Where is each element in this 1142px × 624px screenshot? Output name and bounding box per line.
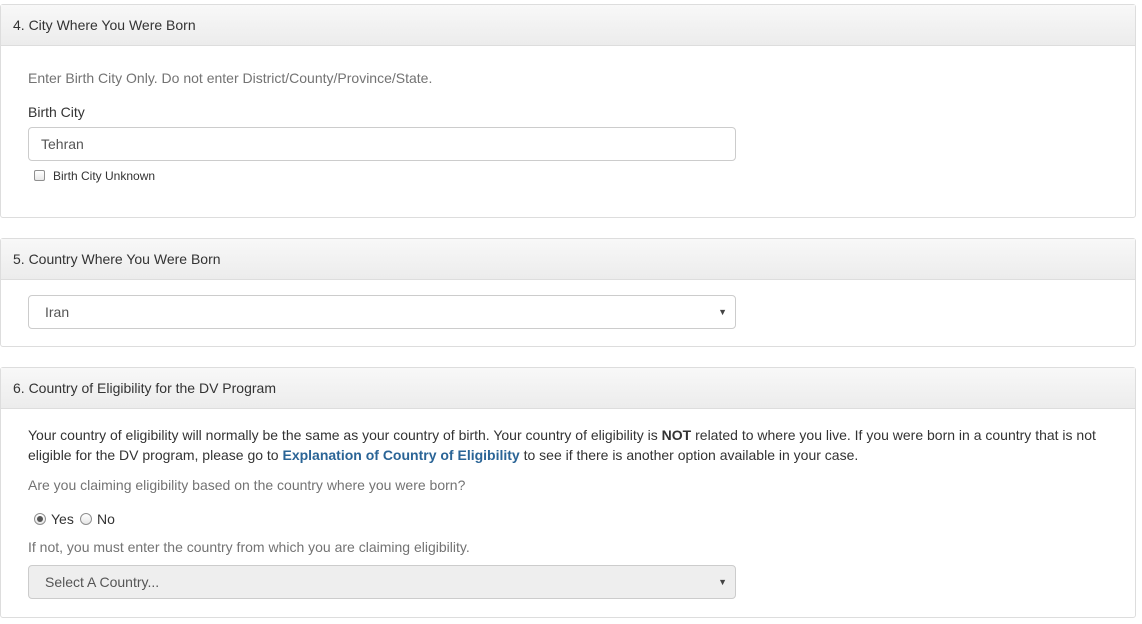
birth-city-label: Birth City <box>28 104 85 120</box>
birth-city-input[interactable] <box>28 127 736 161</box>
eligibility-country-placeholder: Select A Country... <box>45 574 160 590</box>
section-birth-country: 5. Country Where You Were Born Iran ▼ <box>0 238 1136 347</box>
birth-country-selected-value: Iran <box>45 304 70 320</box>
birth-city-instructions: Enter Birth City Only. Do not enter Dist… <box>28 70 433 86</box>
eligibility-country-note: If not, you must enter the country from … <box>28 539 470 555</box>
birth-city-unknown-checkbox[interactable] <box>34 170 45 181</box>
eligibility-yes-label: Yes <box>51 511 74 527</box>
eligibility-question: Are you claiming eligibility based on th… <box>28 477 466 493</box>
eligibility-text-part-3: to see if there is another option availa… <box>519 447 859 463</box>
chevron-down-icon: ▼ <box>718 307 727 317</box>
explanation-of-eligibility-link[interactable]: Explanation of Country of Eligibility <box>282 447 519 463</box>
chevron-down-icon: ▼ <box>718 577 727 587</box>
eligibility-no-radio[interactable] <box>80 513 92 525</box>
section-4-heading: 4. City Where You Were Born <box>1 5 1135 46</box>
section-5-heading: 5. Country Where You Were Born <box>1 239 1135 280</box>
eligibility-text-not: NOT <box>661 427 692 443</box>
section-eligibility-country: 6. Country of Eligibility for the DV Pro… <box>0 367 1136 618</box>
eligibility-yes-radio[interactable] <box>34 513 46 525</box>
section-6-heading: 6. Country of Eligibility for the DV Pro… <box>1 368 1135 409</box>
birth-country-select[interactable]: Iran ▼ <box>28 295 736 329</box>
eligibility-no-label: No <box>97 511 115 527</box>
eligibility-text-part-1: Your country of eligibility will normall… <box>28 427 662 443</box>
section-birth-city: 4. City Where You Were Born Enter Birth … <box>0 4 1136 218</box>
birth-city-unknown-label: Birth City Unknown <box>53 169 156 183</box>
eligibility-country-select[interactable]: Select A Country... ▼ <box>28 565 736 599</box>
eligibility-explanation: Your country of eligibility will normall… <box>28 425 1118 465</box>
